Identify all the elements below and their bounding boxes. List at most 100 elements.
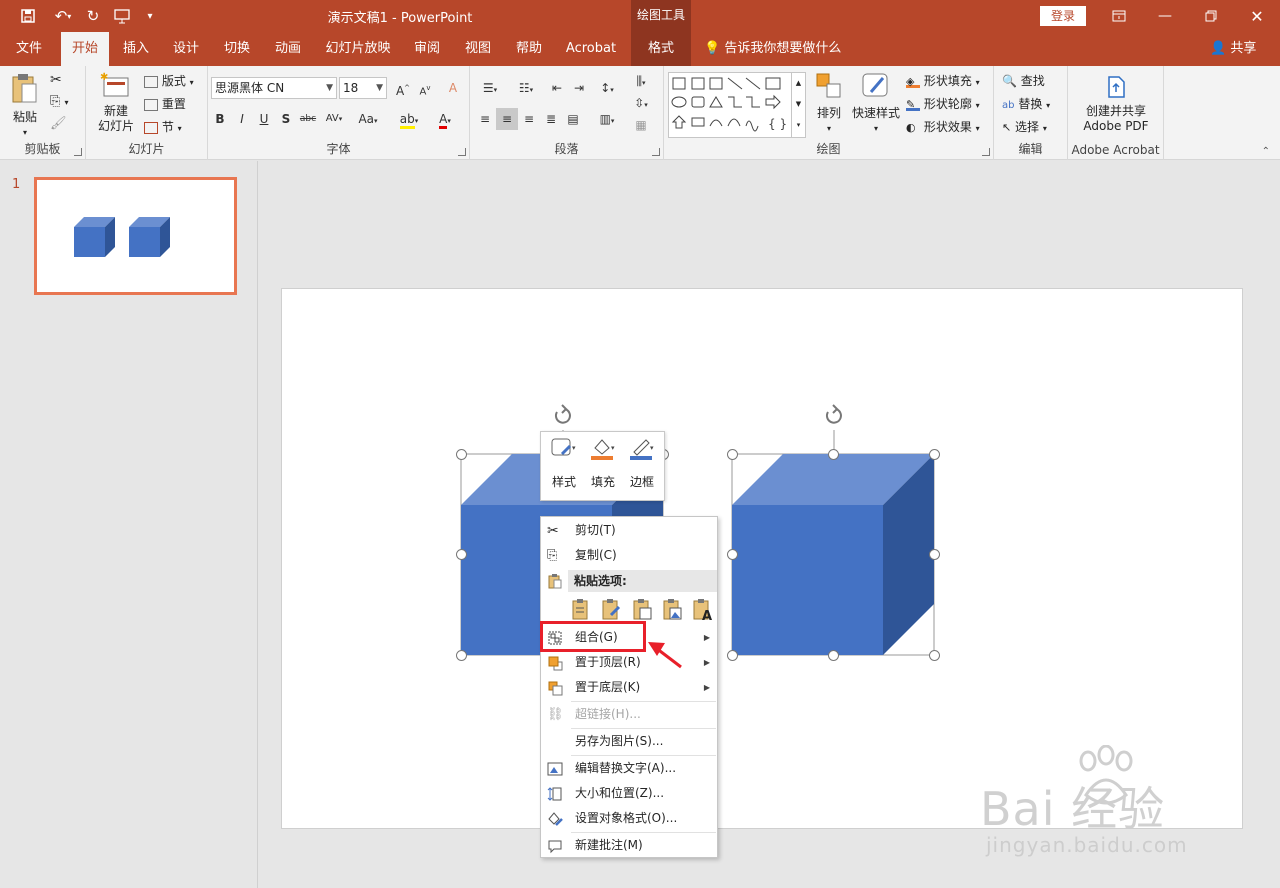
resize-handle-ml[interactable] bbox=[456, 549, 467, 560]
strikethrough-icon[interactable]: abc bbox=[297, 108, 319, 130]
resize-handle-tr[interactable] bbox=[929, 449, 940, 460]
resize-handle-tm[interactable] bbox=[828, 449, 839, 460]
resize-handle-tl[interactable] bbox=[456, 449, 467, 460]
restore-icon[interactable] bbox=[1188, 0, 1234, 32]
save-icon[interactable] bbox=[16, 6, 40, 26]
close-icon[interactable]: ✕ bbox=[1234, 0, 1280, 32]
style-button[interactable]: ▾ 样式 bbox=[545, 436, 583, 496]
tab-help[interactable]: 帮助 bbox=[507, 32, 551, 66]
bold-icon[interactable]: B bbox=[209, 108, 231, 130]
change-case-icon[interactable]: Aa▾ bbox=[353, 108, 383, 130]
clear-format-icon[interactable]: A bbox=[442, 77, 464, 99]
line-spacing-icon[interactable]: ↕▾ bbox=[592, 77, 622, 99]
align-text-icon[interactable]: ⇳▾ bbox=[626, 92, 656, 114]
format-painter-icon[interactable]: 🖌 bbox=[50, 116, 67, 131]
resize-handle-tl[interactable] bbox=[727, 449, 738, 460]
menu-item-edit-alt-text[interactable]: 编辑替换文字(A)... bbox=[542, 756, 718, 781]
increase-font-icon[interactable]: A^ bbox=[392, 77, 414, 99]
share-button[interactable]: 👤 共享 bbox=[1210, 32, 1256, 66]
reset-button[interactable]: 重置 bbox=[144, 95, 186, 112]
slide-thumbnail[interactable] bbox=[34, 177, 237, 295]
resize-handle-bm[interactable] bbox=[828, 650, 839, 661]
tell-me-search[interactable]: 💡 告诉我你想要做什么 bbox=[704, 32, 841, 66]
tab-insert[interactable]: 插入 bbox=[114, 32, 158, 66]
paragraph-launcher-icon[interactable] bbox=[652, 148, 660, 156]
paste-picture-icon[interactable] bbox=[630, 597, 654, 621]
shapes-gallery[interactable]: { } ▲ ▼ ▾ bbox=[668, 72, 806, 138]
section-button[interactable]: 节 ▾ bbox=[144, 118, 182, 135]
tab-file[interactable]: 文件 bbox=[6, 32, 52, 66]
resize-handle-mr[interactable] bbox=[929, 549, 940, 560]
justify-icon[interactable]: ≣ bbox=[540, 108, 562, 130]
highlight-color-icon[interactable]: ab▾ bbox=[394, 108, 424, 130]
menu-item-bring-to-front[interactable]: 置于顶层(R) ▶ bbox=[542, 650, 718, 675]
align-right-icon[interactable]: ≡ bbox=[518, 108, 540, 130]
drawing-launcher-icon[interactable] bbox=[982, 148, 990, 156]
tab-acrobat[interactable]: Acrobat bbox=[560, 32, 622, 66]
shape-outline-button[interactable]: ✎ 形状轮廓 ▾ bbox=[906, 95, 980, 112]
clipboard-launcher-icon[interactable] bbox=[74, 148, 82, 156]
italic-icon[interactable]: I bbox=[231, 108, 253, 130]
shape-fill-button[interactable]: ◈ 形状填充 ▾ bbox=[906, 72, 980, 89]
font-launcher-icon[interactable] bbox=[458, 148, 466, 156]
tab-transitions[interactable]: 切换 bbox=[215, 32, 259, 66]
new-slide-button[interactable]: ✱ 新建 幻灯片 bbox=[90, 72, 142, 134]
bullets-icon[interactable]: ☰▾ bbox=[474, 77, 506, 99]
tab-format[interactable]: 格式 bbox=[631, 32, 691, 66]
replace-button[interactable]: ab 替换 ▾ bbox=[1002, 95, 1050, 112]
find-button[interactable]: 🔍 查找 bbox=[1002, 72, 1045, 89]
smartart-icon[interactable]: ▦ bbox=[626, 114, 656, 136]
resize-handle-bl[interactable] bbox=[456, 650, 467, 661]
increase-indent-icon[interactable]: ⇥ bbox=[568, 77, 590, 99]
distributed-icon[interactable]: ▤ bbox=[562, 108, 584, 130]
underline-icon[interactable]: U bbox=[253, 108, 275, 130]
fill-button[interactable]: ▾ 填充 bbox=[584, 436, 622, 496]
paste-text-only-icon[interactable]: A bbox=[690, 597, 714, 621]
decrease-font-icon[interactable]: Av bbox=[414, 77, 436, 99]
arrange-button[interactable]: 排列 ▾ bbox=[812, 72, 846, 136]
border-button[interactable]: ▾ 边框 bbox=[623, 436, 661, 496]
tab-home[interactable]: 开始 bbox=[61, 32, 109, 66]
ribbon-display-options-icon[interactable] bbox=[1096, 0, 1142, 32]
quick-styles-button[interactable]: 快速样式 ▾ bbox=[848, 72, 904, 136]
resize-handle-ml[interactable] bbox=[727, 549, 738, 560]
char-spacing-icon[interactable]: AV▾ bbox=[319, 108, 349, 130]
menu-item-format-object[interactable]: 设置对象格式(O)... bbox=[542, 806, 718, 831]
menu-item-size-position[interactable]: 大小和位置(Z)... bbox=[542, 781, 718, 806]
align-left-icon[interactable]: ≡ bbox=[474, 108, 496, 130]
gallery-scroll[interactable]: ▲ ▼ ▾ bbox=[791, 73, 805, 137]
menu-item-new-comment[interactable]: 新建批注(M) bbox=[542, 833, 718, 858]
text-direction-icon[interactable]: ⫼▾ bbox=[626, 70, 656, 92]
font-color-icon[interactable]: A▾ bbox=[430, 108, 460, 130]
menu-item-cut[interactable]: ✂ 剪切(T) bbox=[542, 518, 718, 543]
tab-slideshow[interactable]: 幻灯片放映 bbox=[318, 32, 398, 66]
paste-image-icon[interactable] bbox=[660, 597, 684, 621]
shape-effects-button[interactable]: ◐ 形状效果 ▾ bbox=[906, 118, 980, 135]
align-center-icon[interactable]: ≡ bbox=[496, 108, 518, 130]
collapse-ribbon-icon[interactable]: ⌃ bbox=[1262, 146, 1270, 157]
paste-button[interactable]: 粘贴 ▾ bbox=[6, 72, 44, 140]
login-button[interactable]: 登录 bbox=[1040, 6, 1086, 26]
create-pdf-button[interactable]: 创建并共享 Adobe PDF bbox=[1072, 74, 1160, 134]
tab-view[interactable]: 视图 bbox=[456, 32, 500, 66]
menu-item-send-to-back[interactable]: 置于底层(K) ▶ bbox=[542, 675, 718, 700]
decrease-indent-icon[interactable]: ⇤ bbox=[546, 77, 568, 99]
paste-use-destination-theme-icon[interactable] bbox=[569, 597, 593, 621]
slideshow-start-icon[interactable] bbox=[110, 6, 134, 26]
minimize-icon[interactable]: — bbox=[1142, 0, 1188, 32]
menu-item-save-as-picture[interactable]: 另存为图片(S)... bbox=[542, 729, 718, 754]
layout-button[interactable]: 版式 ▾ bbox=[144, 72, 194, 89]
columns-icon[interactable]: ▥▾ bbox=[592, 108, 622, 130]
font-size-select[interactable]: 18 ▼ bbox=[339, 77, 387, 99]
tab-design[interactable]: 设计 bbox=[164, 32, 208, 66]
cut-icon[interactable]: ✂ bbox=[50, 72, 62, 88]
undo-icon[interactable]: ↶ ▾ bbox=[48, 6, 78, 26]
customize-qat-icon[interactable]: ▾ bbox=[142, 6, 158, 26]
resize-handle-br[interactable] bbox=[929, 650, 940, 661]
resize-handle-bl[interactable] bbox=[727, 650, 738, 661]
paste-keep-source-formatting-icon[interactable] bbox=[599, 597, 623, 621]
tab-animations[interactable]: 动画 bbox=[266, 32, 310, 66]
select-button[interactable]: ↖ 选择 ▾ bbox=[1002, 118, 1047, 135]
font-name-select[interactable]: 思源黑体 CN ▼ bbox=[211, 77, 337, 99]
shadow-icon[interactable]: S bbox=[275, 108, 297, 130]
